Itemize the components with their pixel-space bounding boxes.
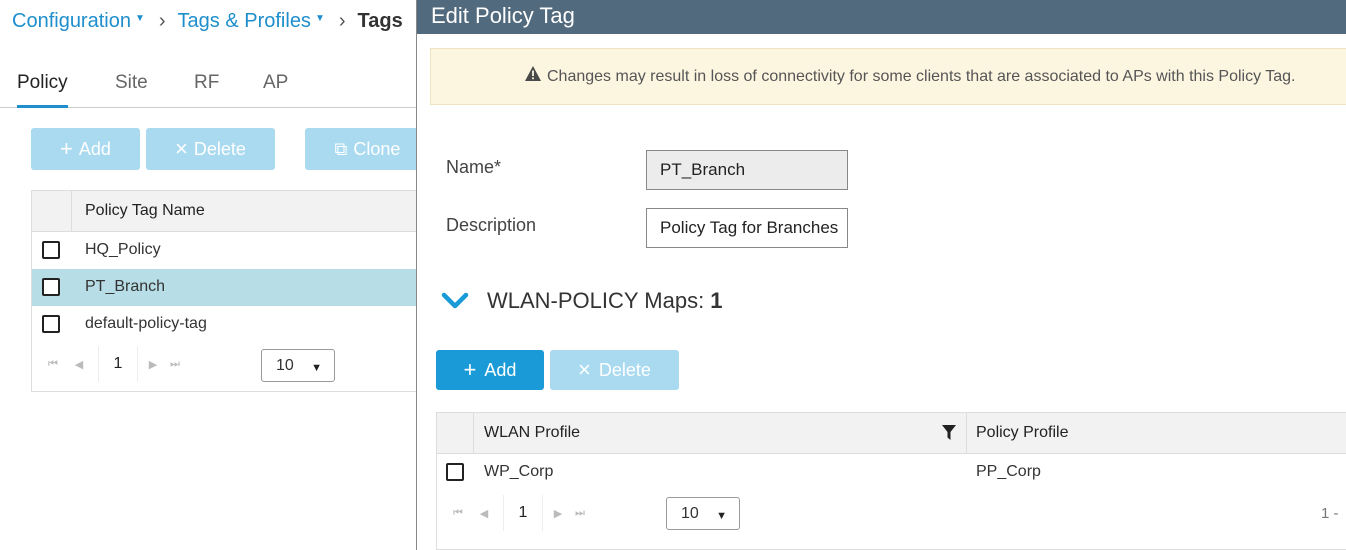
add-button[interactable]: + Add: [31, 128, 140, 170]
clone-button-label: Clone: [353, 138, 401, 159]
table-row[interactable]: HQ_Policy: [32, 232, 430, 269]
breadcrumb-current: Tags: [357, 10, 403, 32]
warning-text: Changes may result in loss of connectivi…: [547, 68, 1296, 85]
breadcrumb-tags-profiles-label: Tags & Profiles: [177, 10, 311, 32]
next-page-icon[interactable]: ▶: [547, 507, 569, 520]
table-row-selected[interactable]: PT_Branch: [32, 269, 430, 306]
last-page-icon[interactable]: ⏭: [569, 507, 591, 520]
table-header: Policy Tag Name: [32, 191, 430, 232]
pagination: ⏮ ◀ 1 ▶ ⏭: [42, 346, 186, 382]
warning-icon: [525, 66, 541, 81]
chevron-right-icon: ›: [158, 10, 166, 32]
plus-icon: +: [463, 357, 477, 382]
tag-tabs: Policy Site RF AP: [0, 72, 416, 108]
policy-profile-cell: PP_Corp: [976, 463, 1041, 480]
tab-ap[interactable]: AP: [263, 72, 288, 108]
name-field[interactable]: PT_Branch: [646, 150, 848, 190]
wlan-policy-maps-section[interactable]: WLAN-POLICY Maps: 1: [441, 288, 722, 314]
next-page-icon[interactable]: ▶: [142, 358, 164, 371]
delete-map-button-label: Delete: [598, 359, 651, 380]
section-title: WLAN-POLICY Maps:: [487, 288, 705, 313]
policy-tag-table: Policy Tag Name HQ_Policy PT_Branch defa…: [31, 190, 431, 392]
add-map-button-label: Add: [484, 359, 517, 380]
caret-down-icon: ▼: [311, 362, 322, 374]
row-checkbox[interactable]: [42, 241, 60, 259]
tab-policy[interactable]: Policy: [17, 72, 68, 108]
select-column: [32, 191, 72, 231]
dialog-header: Edit Policy Tag: [417, 0, 1346, 34]
edit-policy-tag-dialog: Edit Policy Tag Changes may result in lo…: [416, 0, 1346, 550]
breadcrumb-tags-profiles[interactable]: Tags & Profiles ▼: [178, 10, 325, 33]
page-size-value: 10: [681, 504, 699, 522]
plus-icon: +: [60, 136, 73, 161]
tags-profiles-page: Configuration ▼ › Tags & Profiles ▼ › Ta…: [0, 0, 431, 550]
item-count: 1 -: [1321, 505, 1339, 522]
current-page: 1: [98, 346, 138, 382]
table-row[interactable]: default-policy-tag: [32, 306, 430, 343]
clone-button[interactable]: ⧉ Clone: [305, 128, 430, 170]
column-header-wlan-profile[interactable]: WLAN Profile: [484, 424, 580, 442]
close-icon: ×: [578, 357, 591, 382]
row-checkbox[interactable]: [42, 315, 60, 333]
column-header-policy-profile[interactable]: Policy Profile: [976, 424, 1068, 442]
policy-tag-name[interactable]: PT_Branch: [85, 278, 165, 296]
description-label: Description: [446, 215, 537, 235]
row-checkbox[interactable]: [42, 278, 60, 296]
delete-button-label: Delete: [193, 138, 246, 159]
dialog-title: Edit Policy Tag: [431, 3, 575, 28]
tab-rf[interactable]: RF: [194, 72, 219, 108]
add-map-button[interactable]: + Add: [436, 350, 544, 390]
add-button-label: Add: [78, 138, 111, 159]
policy-tag-name[interactable]: HQ_Policy: [85, 241, 161, 259]
page-size-select[interactable]: 10 ▼: [666, 497, 740, 530]
tab-site[interactable]: Site: [115, 72, 148, 108]
column-divider: [966, 413, 967, 453]
warning-banner: Changes may result in loss of connectivi…: [430, 48, 1346, 105]
prev-page-icon[interactable]: ◀: [473, 507, 495, 520]
first-page-icon[interactable]: ⏮: [42, 358, 64, 371]
page-size-select[interactable]: 10 ▼: [261, 349, 335, 382]
name-label: Name*: [446, 157, 502, 177]
page-size-value: 10: [276, 356, 294, 374]
copy-icon: ⧉: [334, 138, 348, 159]
section-count: 1: [710, 288, 723, 313]
delete-button[interactable]: × Delete: [146, 128, 275, 170]
description-field[interactable]: Policy Tag for Branches: [646, 208, 848, 248]
breadcrumb: Configuration ▼ › Tags & Profiles ▼ › Ta…: [12, 10, 403, 33]
table-header: WLAN Profile Policy Profile: [437, 413, 1346, 454]
first-page-icon[interactable]: ⏮: [447, 507, 469, 520]
column-header-policy-tag-name[interactable]: Policy Tag Name: [85, 202, 205, 220]
chevron-right-icon: ›: [338, 10, 346, 32]
caret-down-icon: ▼: [134, 13, 145, 24]
select-column: [437, 413, 474, 453]
caret-down-icon: ▼: [716, 510, 727, 522]
breadcrumb-configuration[interactable]: Configuration ▼: [12, 10, 145, 33]
wlan-policy-map-table: WLAN Profile Policy Profile WP_Corp PP_C…: [436, 412, 1346, 550]
delete-map-button[interactable]: × Delete: [550, 350, 679, 390]
breadcrumb-configuration-label: Configuration: [12, 10, 131, 32]
wlan-profile-cell: WP_Corp: [484, 463, 554, 480]
chevron-down-icon[interactable]: [441, 291, 469, 311]
row-checkbox[interactable]: [446, 463, 464, 481]
table-row[interactable]: WP_Corp PP_Corp: [437, 454, 1346, 491]
close-icon: ×: [175, 136, 188, 161]
pagination: ⏮ ◀ 1 ▶ ⏭: [447, 495, 591, 531]
filter-icon[interactable]: [942, 425, 956, 440]
prev-page-icon[interactable]: ◀: [68, 358, 90, 371]
last-page-icon[interactable]: ⏭: [164, 358, 186, 371]
current-page: 1: [503, 495, 543, 531]
caret-down-icon: ▼: [314, 13, 325, 24]
policy-tag-name[interactable]: default-policy-tag: [85, 315, 207, 333]
